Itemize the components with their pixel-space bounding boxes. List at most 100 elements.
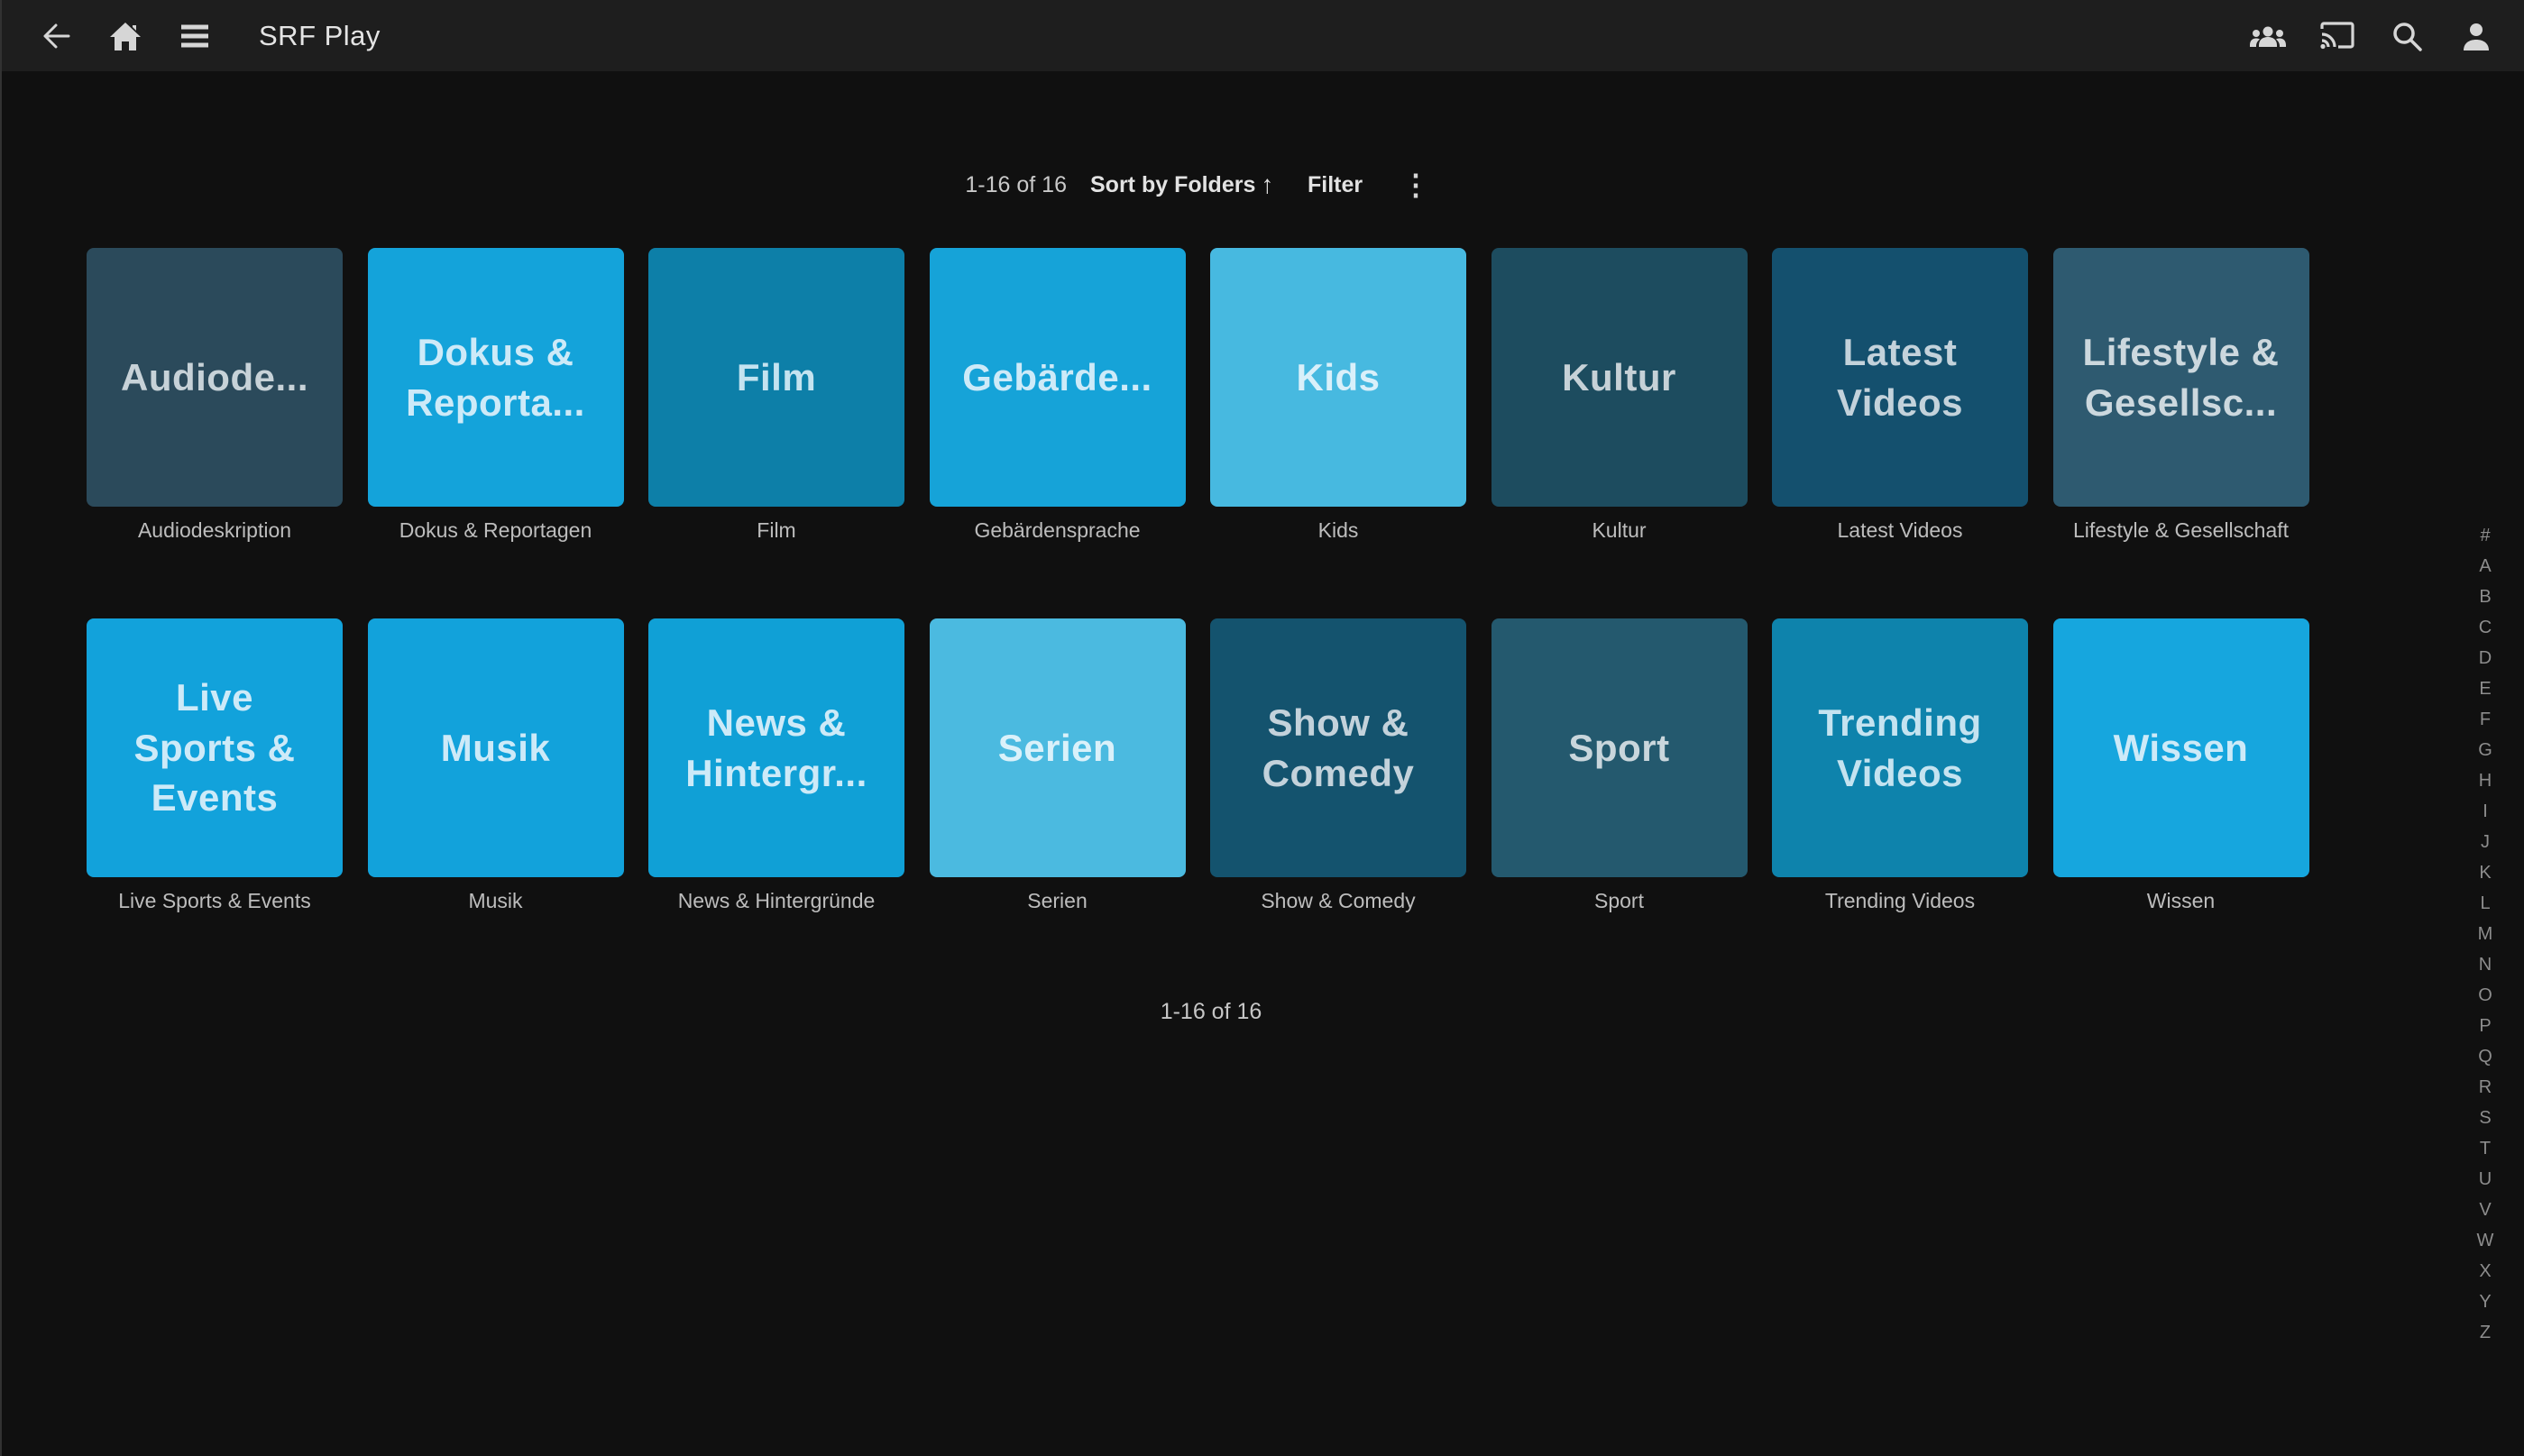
home-button[interactable] <box>107 18 143 54</box>
folder-tile-title: Serien <box>998 723 1116 773</box>
alphabet-letter[interactable]: B <box>2472 581 2499 612</box>
folder-tile[interactable]: Gebärde... <box>930 248 1186 507</box>
folder-tile-title: Gebärde... <box>962 353 1152 402</box>
alphabet-letter[interactable]: R <box>2472 1072 2499 1103</box>
sort-ascending-icon: ↑ <box>1261 170 1273 199</box>
alphabet-letter[interactable]: X <box>2472 1256 2499 1287</box>
alphabet-letter[interactable]: K <box>2472 857 2499 888</box>
folder-cell: Film Film <box>648 248 904 543</box>
cast-icon <box>2318 18 2356 54</box>
folder-tile-title: Trending Videos <box>1818 698 1981 798</box>
folder-tile-title: Film <box>737 353 816 402</box>
folder-tile-caption: Wissen <box>2053 889 2309 913</box>
alphabet-letter[interactable]: S <box>2472 1103 2499 1133</box>
folder-tile-title: Sport <box>1568 723 1669 773</box>
folder-tile-title: Audiode... <box>121 353 308 402</box>
folder-tile[interactable]: Kultur <box>1491 248 1748 507</box>
folder-tile[interactable]: Wissen <box>2053 618 2309 877</box>
account-icon <box>2458 18 2494 54</box>
folder-tile-caption: Kids <box>1210 518 1466 543</box>
folder-tile[interactable]: Live Sports & Events <box>87 618 343 877</box>
folder-tile[interactable]: Serien <box>930 618 1186 877</box>
menu-button[interactable] <box>177 18 213 54</box>
alphabet-letter[interactable]: H <box>2472 765 2499 796</box>
alphabet-letter[interactable]: W <box>2472 1225 2499 1256</box>
folder-cell: Musik Musik <box>368 618 624 913</box>
alphabet-letter[interactable]: T <box>2472 1133 2499 1164</box>
folder-tile[interactable]: Latest Videos <box>1772 248 2028 507</box>
folder-tile[interactable]: Kids <box>1210 248 1466 507</box>
alphabet-letter[interactable]: M <box>2472 919 2499 949</box>
folder-cell: Lifestyle & Gesellsc... Lifestyle & Gese… <box>2053 248 2309 543</box>
alphabet-letter[interactable]: L <box>2472 888 2499 919</box>
alphabet-letter[interactable]: O <box>2472 980 2499 1011</box>
folder-tile[interactable]: Dokus & Reporta... <box>368 248 624 507</box>
alphabet-letter[interactable]: E <box>2472 673 2499 704</box>
folder-cell: Dokus & Reporta... Dokus & Reportagen <box>368 248 624 543</box>
back-button[interactable] <box>38 18 74 54</box>
cast-button[interactable] <box>2319 18 2355 54</box>
list-header: 1-16 of 16 Sort by Folders ↑ Filter ⋮ <box>2 158 2524 212</box>
folder-tile[interactable]: News & Hintergr... <box>648 618 904 877</box>
folder-tile-title: Wissen <box>2114 723 2249 773</box>
folder-tile-caption: Latest Videos <box>1772 518 2028 543</box>
folder-cell: Show & Comedy Show & Comedy <box>1210 618 1466 913</box>
folder-tile-caption: Lifestyle & Gesellschaft <box>2053 518 2309 543</box>
alphabet-letter[interactable]: Y <box>2472 1287 2499 1317</box>
alphabet-letter[interactable]: P <box>2472 1011 2499 1041</box>
search-button[interactable] <box>2389 18 2425 54</box>
folder-tile[interactable]: Audiode... <box>87 248 343 507</box>
folder-tile-title: Latest Videos <box>1837 327 1963 427</box>
group-icon <box>2248 18 2288 54</box>
folder-tile-caption: Trending Videos <box>1772 889 2028 913</box>
folder-cell: News & Hintergr... News & Hintergründe <box>648 618 904 913</box>
folder-tile-title: Live Sports & Events <box>133 673 295 822</box>
folder-tile[interactable]: Trending Videos <box>1772 618 2028 877</box>
alphabet-letter[interactable]: J <box>2472 827 2499 857</box>
alphabet-letter[interactable]: I <box>2472 796 2499 827</box>
back-arrow-icon <box>38 18 74 54</box>
tile-row-1: Audiode... Audiodeskription Dokus & Repo… <box>87 248 2309 543</box>
top-toolbar: SRF Play <box>2 0 2524 71</box>
alphabet-letter[interactable]: F <box>2472 704 2499 735</box>
folder-tile[interactable]: Lifestyle & Gesellsc... <box>2053 248 2309 507</box>
item-count-top: 1-16 of 16 <box>965 158 1067 212</box>
page-title: SRF Play <box>259 20 381 52</box>
search-icon <box>2389 18 2425 54</box>
alphabet-letter[interactable]: Z <box>2472 1317 2499 1348</box>
alphabet-letter[interactable]: Q <box>2472 1041 2499 1072</box>
folder-tile-caption: Film <box>648 518 904 543</box>
folder-tile[interactable]: Sport <box>1491 618 1748 877</box>
folder-tile-caption: Serien <box>930 889 1186 913</box>
folder-tile-title: Musik <box>441 723 551 773</box>
account-button[interactable] <box>2458 18 2494 54</box>
filter-button[interactable]: Filter <box>1308 158 1363 212</box>
folder-tile-caption: Gebärdensprache <box>930 518 1186 543</box>
folder-cell: Live Sports & Events Live Sports & Event… <box>87 618 343 913</box>
folder-tile-caption: Audiodeskription <box>87 518 343 543</box>
folder-tile-caption: Sport <box>1491 889 1748 913</box>
folder-cell: Wissen Wissen <box>2053 618 2309 913</box>
sort-button[interactable]: Sort by Folders ↑ <box>1090 158 1273 212</box>
alphabet-letter[interactable]: G <box>2472 735 2499 765</box>
alphabet-letter[interactable]: U <box>2472 1164 2499 1195</box>
folder-tile-caption: Kultur <box>1491 518 1748 543</box>
folder-tile-title: Kids <box>1296 353 1380 402</box>
folder-cell: Audiode... Audiodeskription <box>87 248 343 543</box>
folder-cell: Latest Videos Latest Videos <box>1772 248 2028 543</box>
alphabet-letter[interactable]: D <box>2472 643 2499 673</box>
folder-tile[interactable]: Musik <box>368 618 624 877</box>
folder-tile-caption: Live Sports & Events <box>87 889 343 913</box>
folder-cell: Trending Videos Trending Videos <box>1772 618 2028 913</box>
folder-tile[interactable]: Film <box>648 248 904 507</box>
alphabet-letter[interactable]: V <box>2472 1195 2499 1225</box>
alphabet-letter[interactable]: # <box>2472 520 2499 551</box>
folder-cell: Gebärde... Gebärdensprache <box>930 248 1186 543</box>
group-button[interactable] <box>2250 18 2286 54</box>
folder-tile-title: News & Hintergr... <box>685 698 867 798</box>
alphabet-letter[interactable]: A <box>2472 551 2499 581</box>
overflow-menu-button[interactable]: ⋮ <box>1401 158 1430 212</box>
folder-tile[interactable]: Show & Comedy <box>1210 618 1466 877</box>
alphabet-letter[interactable]: C <box>2472 612 2499 643</box>
alphabet-letter[interactable]: N <box>2472 949 2499 980</box>
